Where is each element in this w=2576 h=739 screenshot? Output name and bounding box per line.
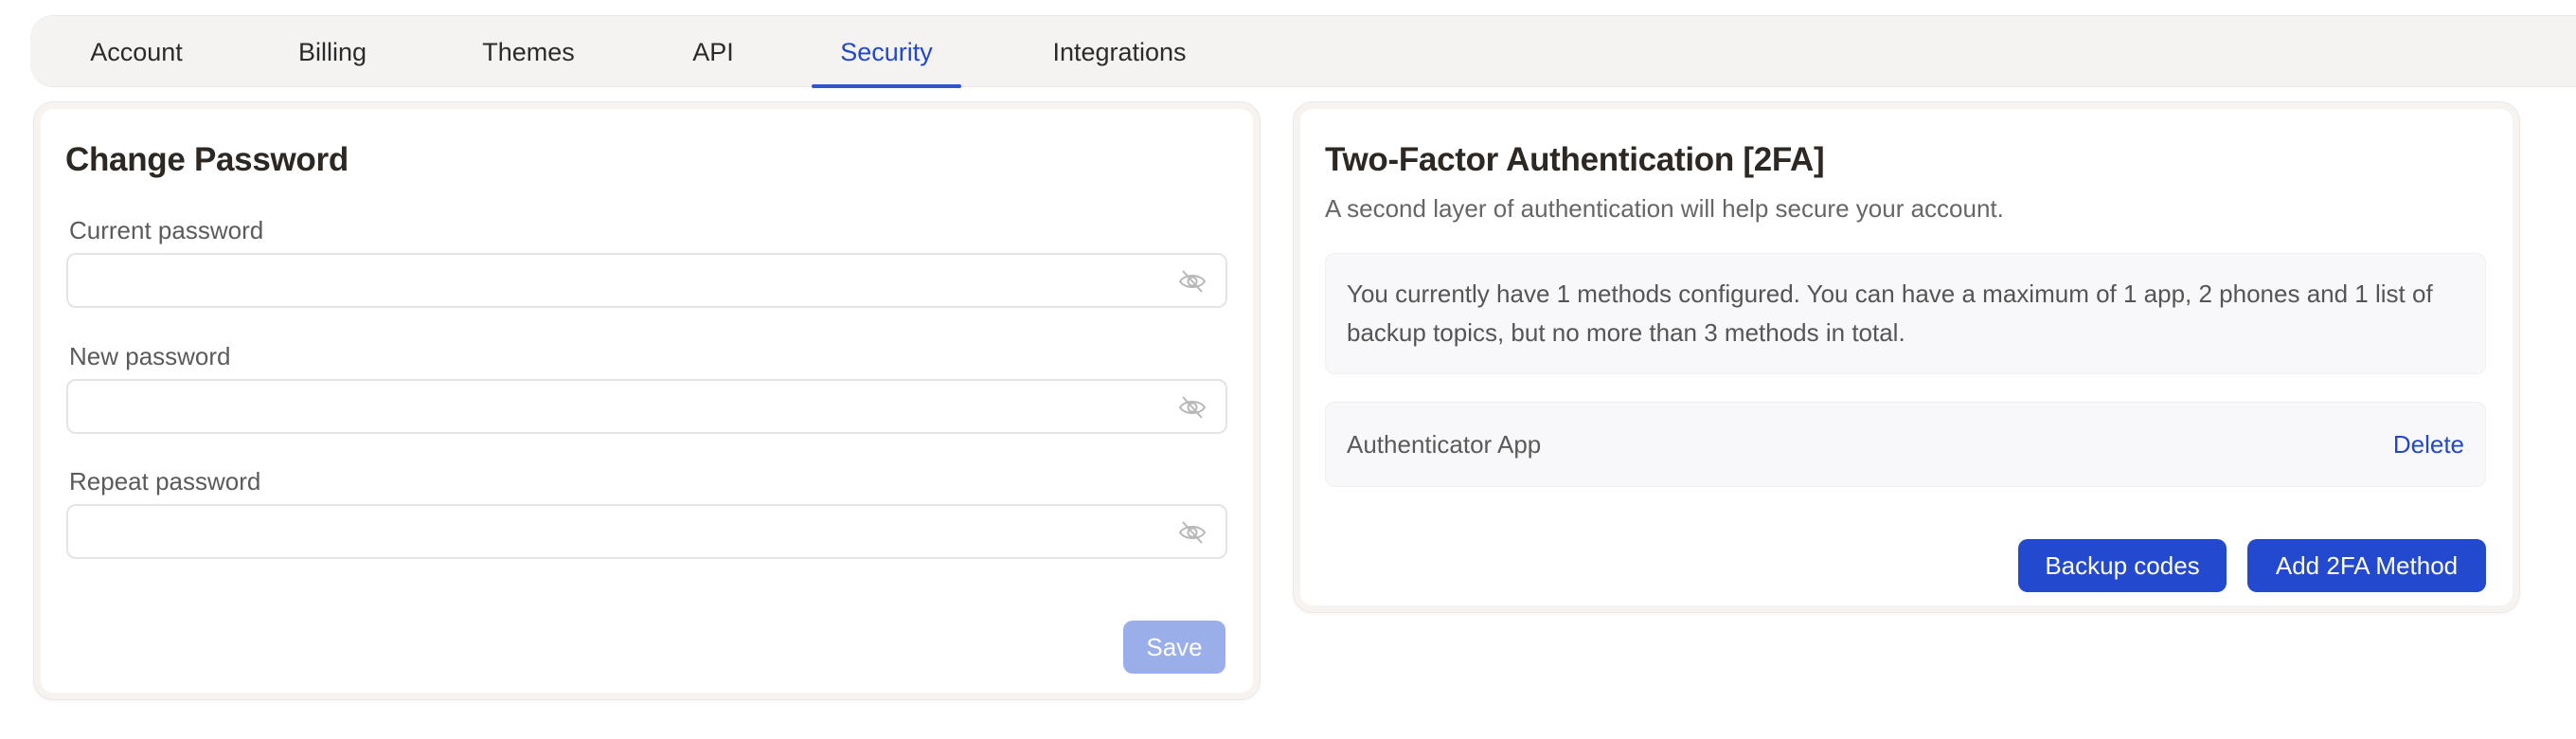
eye-off-icon[interactable] <box>1178 394 1207 421</box>
tab-account[interactable]: Account <box>83 16 189 88</box>
change-password-card: Change Password Current password New pas… <box>34 102 1260 699</box>
backup-codes-button[interactable]: Backup codes <box>2018 539 2227 592</box>
method-name: Authenticator App <box>1347 429 1542 459</box>
two-factor-title: Two-Factor Authentication [2FA] <box>1325 141 1825 178</box>
eye-off-icon[interactable] <box>1178 268 1207 295</box>
repeat-password-field[interactable] <box>66 504 1227 559</box>
current-password-label: Current password <box>69 216 264 244</box>
save-button[interactable]: Save <box>1123 621 1225 674</box>
tab-billing[interactable]: Billing <box>287 16 378 88</box>
delete-method-button[interactable]: Delete <box>2393 403 2464 486</box>
method-row: Authenticator App Delete <box>1325 402 2486 487</box>
two-factor-card: Two-Factor Authentication [2FA] A second… <box>1294 102 2519 612</box>
repeat-password-label: Repeat password <box>69 467 261 496</box>
new-password-field[interactable] <box>66 379 1227 434</box>
new-password-label: New password <box>69 342 231 370</box>
change-password-title: Change Password <box>65 141 349 178</box>
add-2fa-method-button[interactable]: Add 2FA Method <box>2247 539 2486 592</box>
settings-tabbar: Account Billing Themes API Security Inte… <box>30 15 2576 88</box>
tab-themes[interactable]: Themes <box>475 16 581 88</box>
two-factor-info-box: You currently have 1 methods configured.… <box>1325 253 2486 374</box>
tab-security[interactable]: Security <box>812 16 961 88</box>
two-factor-subtitle: A second layer of authentication will he… <box>1325 194 2004 223</box>
tab-integrations[interactable]: Integrations <box>1039 16 1200 88</box>
tab-api[interactable]: API <box>675 16 751 88</box>
current-password-field[interactable] <box>66 253 1227 308</box>
eye-off-icon[interactable] <box>1178 519 1207 546</box>
